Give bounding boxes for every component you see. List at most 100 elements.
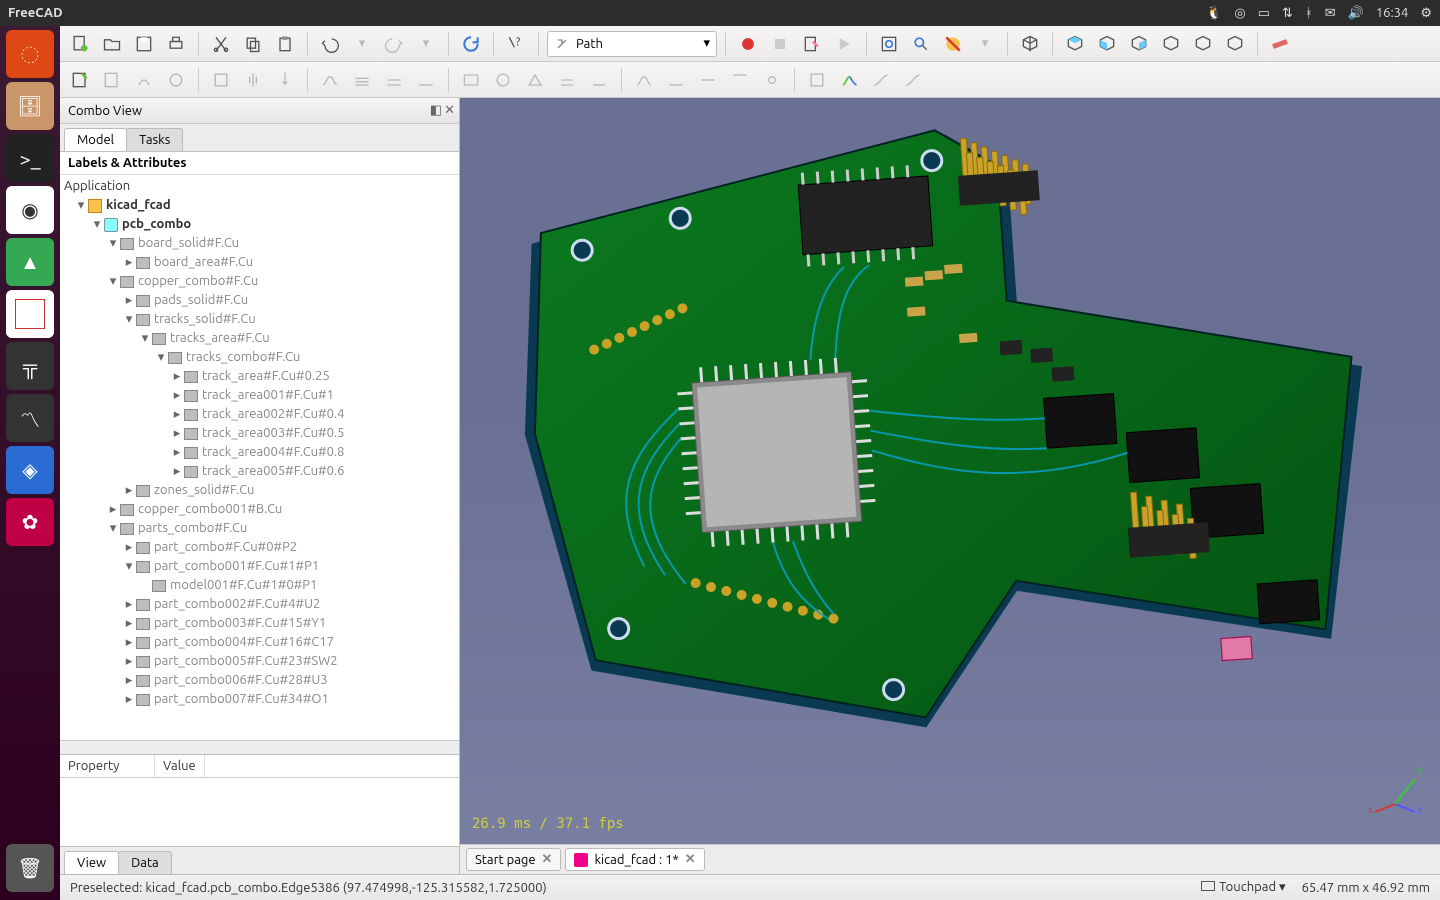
tree-item[interactable]: part_combo005#F.Cu#23#SW2: [154, 652, 338, 671]
tree-item[interactable]: tracks_area#F.Cu: [170, 329, 270, 348]
chrome-icon[interactable]: ◉: [6, 186, 54, 234]
tree-twisty-icon[interactable]: ▾: [106, 234, 120, 253]
tree-item[interactable]: part_combo006#F.Cu#28#U3: [154, 671, 328, 690]
android-studio-icon[interactable]: ▲: [6, 238, 54, 286]
draw-style-icon[interactable]: [939, 30, 967, 58]
tree-item[interactable]: part_combo001#F.Cu#1#P1: [154, 557, 319, 576]
tree-twisty-icon[interactable]: ▸: [122, 633, 136, 652]
view-bottom-icon[interactable]: [1189, 30, 1217, 58]
tab-view[interactable]: View: [64, 851, 119, 874]
tree-pcb[interactable]: pcb_combo: [122, 215, 191, 234]
new-document-icon[interactable]: [66, 30, 94, 58]
fit-all-icon[interactable]: [875, 30, 903, 58]
path-dress1-icon[interactable]: [630, 66, 658, 94]
view-front-icon[interactable]: [1061, 30, 1089, 58]
fit-selection-icon[interactable]: [907, 30, 935, 58]
tree-item[interactable]: part_combo002#F.Cu#4#U2: [154, 595, 320, 614]
tree-twisty-icon[interactable]: ▸: [170, 424, 184, 443]
path-dress5-icon[interactable]: [758, 66, 786, 94]
tree-twisty-icon[interactable]: ▸: [170, 462, 184, 481]
settings-icon[interactable]: ✿: [6, 498, 54, 546]
network-icon[interactable]: ⇅: [1282, 6, 1293, 21]
tux-icon[interactable]: 🐧: [1206, 6, 1222, 21]
libreoffice-icon[interactable]: [6, 290, 54, 338]
tree-twisty-icon[interactable]: ▾: [154, 348, 168, 367]
tree-item[interactable]: track_area001#F.Cu#1: [202, 386, 334, 405]
tree-item[interactable]: track_area004#F.Cu#0.8: [202, 443, 344, 462]
close-icon[interactable]: ✕: [685, 852, 696, 867]
doc-tab-kicad[interactable]: kicad_fcad : 1* ✕: [565, 848, 704, 871]
tree-scroll[interactable]: Application ▾kicad_fcad ▾pcb_combo ▾boar…: [60, 175, 459, 740]
copy-icon[interactable]: [239, 30, 267, 58]
redo-icon[interactable]: [380, 30, 408, 58]
tree-twisty-icon[interactable]: ▸: [122, 595, 136, 614]
tree-twisty-icon[interactable]: ▸: [106, 500, 120, 519]
tree-item[interactable]: board_solid#F.Cu: [138, 234, 239, 253]
tree-twisty-icon[interactable]: ▸: [122, 538, 136, 557]
tab-tasks[interactable]: Tasks: [126, 128, 183, 151]
tab-data[interactable]: Data: [118, 851, 172, 874]
clock[interactable]: 16:34: [1376, 6, 1409, 20]
tree-twisty-icon[interactable]: ▾: [74, 196, 88, 215]
path-op1-icon[interactable]: [316, 66, 344, 94]
nav-style[interactable]: Touchpad ▾: [1201, 880, 1286, 895]
tree-twisty-icon[interactable]: ▸: [122, 671, 136, 690]
tree-twisty-icon[interactable]: ▸: [122, 481, 136, 500]
tree-item[interactable]: board_area#F.Cu: [154, 253, 253, 272]
volume-icon[interactable]: 🔊: [1348, 6, 1364, 21]
tree-item[interactable]: tracks_combo#F.Cu: [186, 348, 300, 367]
tree-twisty-icon[interactable]: ▸: [170, 405, 184, 424]
redo-dropdown-icon[interactable]: ▾: [412, 30, 440, 58]
tree-item[interactable]: track_area002#F.Cu#0.4: [202, 405, 344, 424]
view-rear-icon[interactable]: [1157, 30, 1185, 58]
whats-this-icon[interactable]: ?: [502, 30, 530, 58]
terminal-icon[interactable]: >_: [6, 134, 54, 182]
print-icon[interactable]: [162, 30, 190, 58]
system-monitor-icon[interactable]: 〽: [6, 394, 54, 442]
tree-item[interactable]: copper_combo#F.Cu: [138, 272, 258, 291]
virtualbox-icon[interactable]: ◈: [6, 446, 54, 494]
view-top-icon[interactable]: [1093, 30, 1121, 58]
path-dress4-icon[interactable]: [726, 66, 754, 94]
tree-twisty-icon[interactable]: ▾: [90, 215, 104, 234]
tree-twisty-icon[interactable]: ▸: [122, 614, 136, 633]
tree-twisty-icon[interactable]: ▾: [138, 329, 152, 348]
tree-item[interactable]: copper_combo001#B.Cu: [138, 500, 282, 519]
tree-twisty-icon[interactable]: ▸: [122, 690, 136, 709]
tree-hscrollbar[interactable]: [60, 740, 459, 754]
tree-item[interactable]: track_area003#F.Cu#0.5: [202, 424, 344, 443]
tree-twisty-icon[interactable]: ▸: [170, 443, 184, 462]
path-post-icon[interactable]: [98, 66, 126, 94]
tree-twisty-icon[interactable]: ▸: [122, 291, 136, 310]
tree-twisty-icon[interactable]: ▸: [122, 253, 136, 272]
path-op6-icon[interactable]: [489, 66, 517, 94]
tab-model[interactable]: Model: [64, 128, 127, 151]
path-mod1-icon[interactable]: [803, 66, 831, 94]
panel-close-icon[interactable]: ✕: [444, 103, 455, 118]
path-job-icon[interactable]: [66, 66, 94, 94]
tree-root[interactable]: Application: [64, 177, 130, 196]
3d-viewport[interactable]: 26.9 ms / 37.1 fps x y z: [460, 98, 1440, 844]
tree-item[interactable]: track_area005#F.Cu#0.6: [202, 462, 344, 481]
path-mod4-icon[interactable]: [899, 66, 927, 94]
path-inspect-icon[interactable]: [130, 66, 158, 94]
tree-twisty-icon[interactable]: ▸: [170, 386, 184, 405]
files-icon[interactable]: 🗄: [6, 82, 54, 130]
undo-icon[interactable]: [316, 30, 344, 58]
tree-item[interactable]: part_combo007#F.Cu#34#O1: [154, 690, 329, 709]
path-dress3-icon[interactable]: [694, 66, 722, 94]
view-right-icon[interactable]: [1125, 30, 1153, 58]
draw-style-dropdown-icon[interactable]: ▾: [971, 30, 999, 58]
path-op7-icon[interactable]: [521, 66, 549, 94]
path-mod2-icon[interactable]: [835, 66, 863, 94]
measure-icon[interactable]: [1266, 30, 1294, 58]
path-dress2-icon[interactable]: [662, 66, 690, 94]
tree-twisty-icon[interactable]: ▸: [122, 652, 136, 671]
tree-item[interactable]: tracks_solid#F.Cu: [154, 310, 256, 329]
path-op4-icon[interactable]: [412, 66, 440, 94]
refresh-icon[interactable]: [457, 30, 485, 58]
tree-item[interactable]: parts_combo#F.Cu: [138, 519, 247, 538]
cut-icon[interactable]: [207, 30, 235, 58]
doc-tab-start[interactable]: Start page ✕: [466, 848, 561, 871]
path-contour-icon[interactable]: [207, 66, 235, 94]
